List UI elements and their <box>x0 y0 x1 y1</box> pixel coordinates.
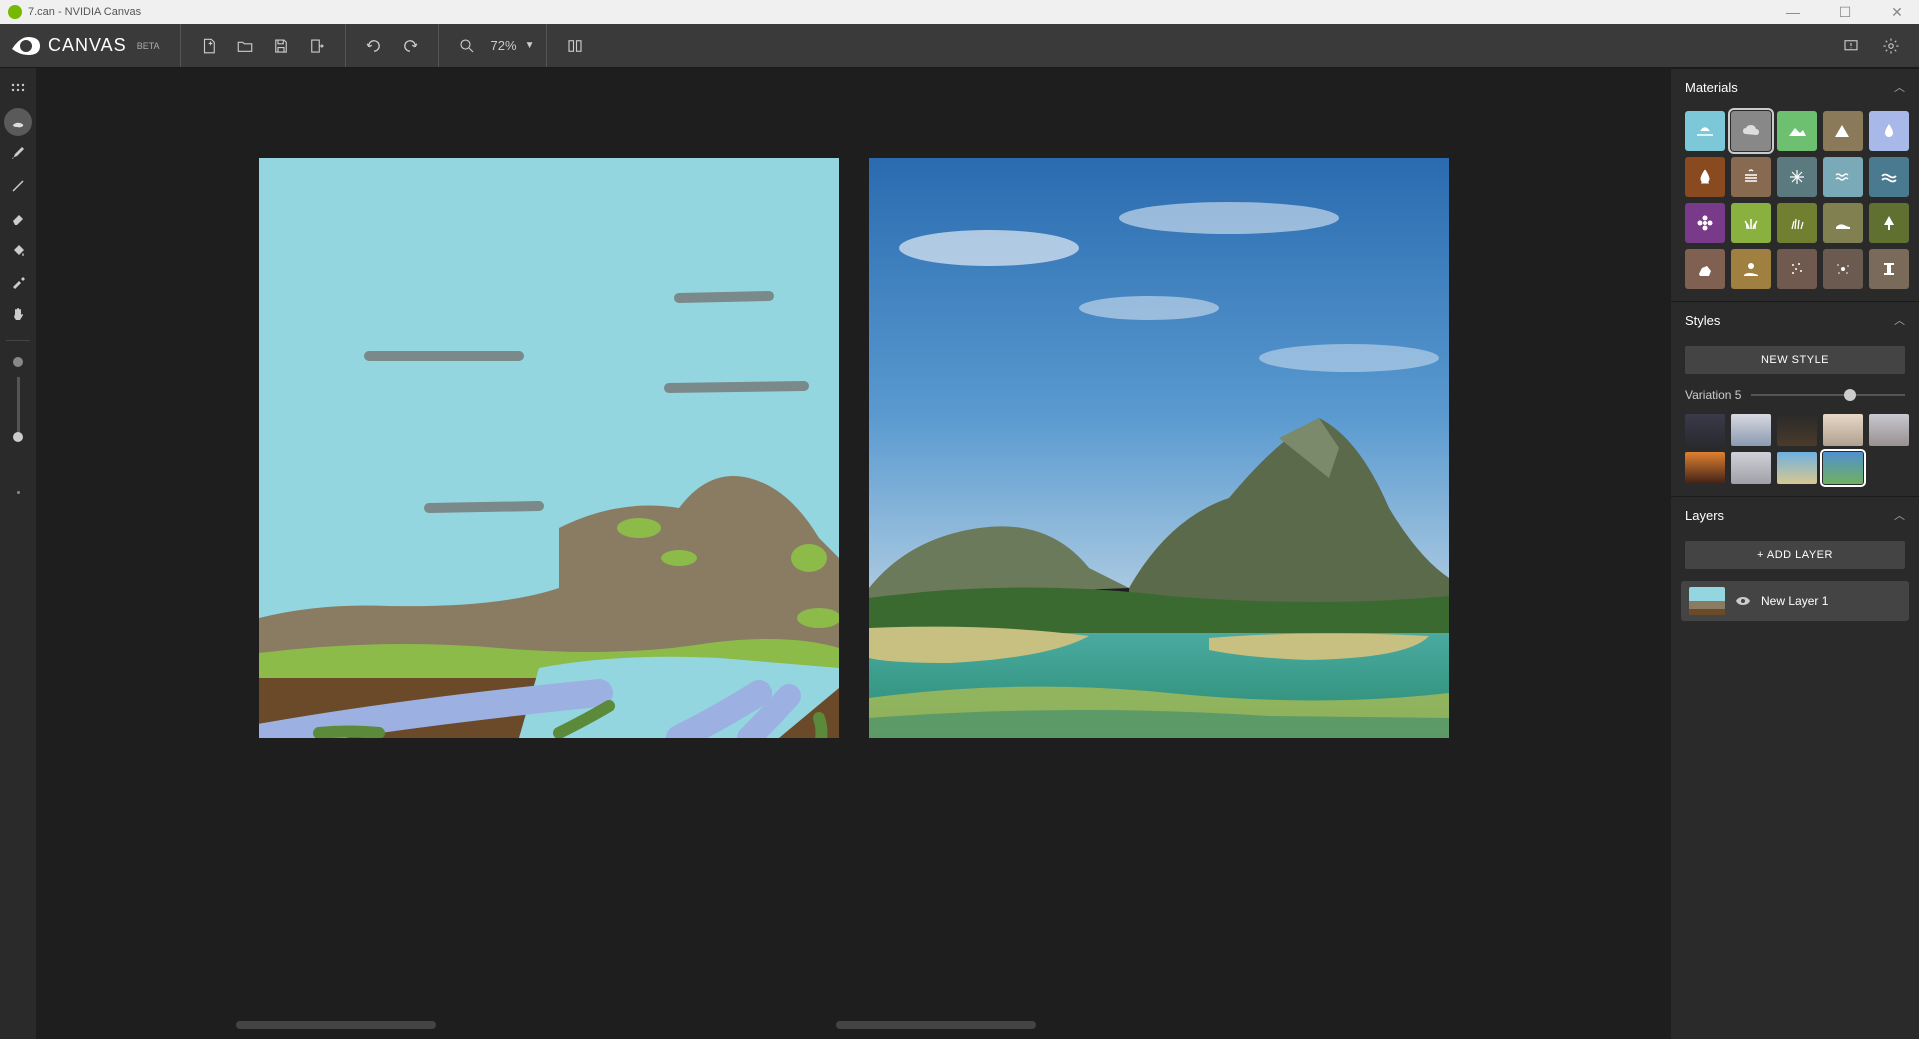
window-titlebar: 7.can - NVIDIA Canvas — ☐ ✕ <box>0 0 1919 24</box>
window-title: 7.can - NVIDIA Canvas <box>28 6 141 18</box>
minimize-button[interactable]: — <box>1779 4 1807 21</box>
line-tool[interactable] <box>4 172 32 200</box>
grid-icon[interactable] <box>4 76 32 104</box>
material-waves[interactable] <box>1823 157 1863 197</box>
style-thumb-8[interactable] <box>1777 452 1817 484</box>
variation-label: Variation 5 <box>1685 388 1741 402</box>
brush-size-large-icon <box>13 357 23 367</box>
feedback-button[interactable] <box>1835 30 1867 62</box>
zoom-dropdown[interactable]: ▼ <box>525 40 535 51</box>
compare-view-button[interactable] <box>559 30 591 62</box>
brush-tool[interactable] <box>4 140 32 168</box>
layers-header[interactable]: Layers ︿ <box>1671 496 1919 533</box>
pan-tool[interactable] <box>4 300 32 328</box>
material-sand[interactable] <box>1731 249 1771 289</box>
undo-button[interactable] <box>358 30 390 62</box>
material-bush[interactable] <box>1777 203 1817 243</box>
material-gravel[interactable] <box>1777 249 1817 289</box>
material-tree[interactable] <box>1869 203 1909 243</box>
fill-tool[interactable] <box>4 236 32 264</box>
material-fire[interactable] <box>1685 157 1725 197</box>
settings-button[interactable] <box>1875 30 1907 62</box>
materials-grid <box>1671 105 1919 301</box>
material-stars[interactable] <box>1823 249 1863 289</box>
styles-title: Styles <box>1685 313 1720 328</box>
input-canvas[interactable] <box>259 158 839 738</box>
new-file-button[interactable] <box>193 30 225 62</box>
style-thumb-9[interactable] <box>1823 452 1863 484</box>
materials-title: Materials <box>1685 80 1738 95</box>
materials-header[interactable]: Materials ︿ <box>1671 68 1919 105</box>
material-sky[interactable] <box>1685 111 1725 151</box>
export-button[interactable] <box>301 30 333 62</box>
layer-row[interactable]: New Layer 1 <box>1681 581 1909 621</box>
chevron-up-icon: ︿ <box>1894 507 1905 523</box>
material-grass[interactable] <box>1731 203 1771 243</box>
material-cloud[interactable] <box>1731 111 1771 151</box>
right-panel: Materials ︿ Styles ︿ NEW STYLE Variation… <box>1671 68 1919 1039</box>
input-scrollbar[interactable] <box>236 1021 436 1029</box>
open-file-button[interactable] <box>229 30 261 62</box>
material-flower[interactable] <box>1685 203 1725 243</box>
new-style-button[interactable]: NEW STYLE <box>1685 346 1905 374</box>
left-tool-column <box>0 68 36 1039</box>
material-stone[interactable] <box>1869 249 1909 289</box>
style-thumb-5[interactable] <box>1869 414 1909 446</box>
material-water[interactable] <box>1869 111 1909 151</box>
app-logo: CANVAS BETA <box>12 35 160 56</box>
material-snow[interactable] <box>1777 157 1817 197</box>
material-rock[interactable] <box>1685 249 1725 289</box>
chevron-up-icon: ︿ <box>1894 79 1905 95</box>
style-thumb-1[interactable] <box>1685 414 1725 446</box>
style-thumb-3[interactable] <box>1777 414 1817 446</box>
material-hill[interactable] <box>1777 111 1817 151</box>
layer-name: New Layer 1 <box>1761 594 1828 608</box>
style-thumb-7[interactable] <box>1731 452 1771 484</box>
zoom-value: 72% <box>491 38 517 53</box>
styles-grid <box>1671 408 1919 496</box>
style-thumb-2[interactable] <box>1731 414 1771 446</box>
maximize-button[interactable]: ☐ <box>1831 4 1859 21</box>
output-canvas <box>869 158 1449 738</box>
style-thumb-4[interactable] <box>1823 414 1863 446</box>
style-thumb-6[interactable] <box>1685 452 1725 484</box>
redo-button[interactable] <box>394 30 426 62</box>
material-sea[interactable] <box>1869 157 1909 197</box>
output-scrollbar[interactable] <box>836 1021 1036 1029</box>
material-brush-tool[interactable] <box>4 108 32 136</box>
layers-title: Layers <box>1685 508 1724 523</box>
canvas-area <box>36 68 1671 1039</box>
zoom-icon[interactable] <box>451 30 483 62</box>
material-dirt[interactable] <box>1823 203 1863 243</box>
app-name: CANVAS <box>48 35 127 56</box>
beta-badge: BETA <box>137 41 160 51</box>
app-icon <box>8 5 22 19</box>
close-button[interactable]: ✕ <box>1883 4 1911 21</box>
eyedropper-tool[interactable] <box>4 268 32 296</box>
top-toolbar: CANVAS BETA 72% ▼ <box>0 24 1919 68</box>
add-layer-button[interactable]: + ADD LAYER <box>1685 541 1905 569</box>
chevron-up-icon: ︿ <box>1894 312 1905 328</box>
brush-size-slider[interactable] <box>17 377 20 437</box>
material-fog[interactable] <box>1731 157 1771 197</box>
save-button[interactable] <box>265 30 297 62</box>
variation-slider[interactable] <box>1751 394 1905 396</box>
visibility-icon[interactable] <box>1735 593 1751 609</box>
material-mountain[interactable] <box>1823 111 1863 151</box>
eraser-tool[interactable] <box>4 204 32 232</box>
brush-size-small-icon <box>17 491 20 494</box>
styles-header[interactable]: Styles ︿ <box>1671 301 1919 338</box>
